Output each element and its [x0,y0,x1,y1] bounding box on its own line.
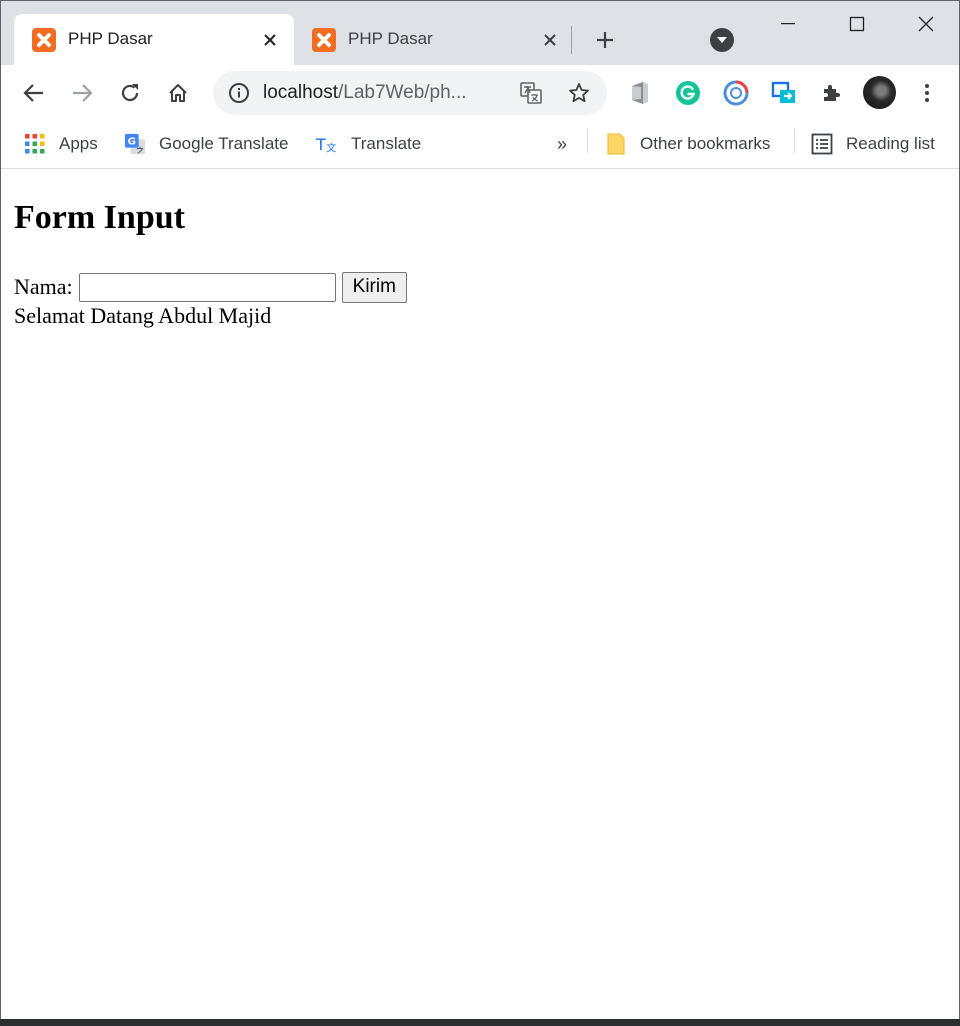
svg-text:T: T [316,135,326,154]
close-tab-icon[interactable] [538,28,562,52]
page-title: Form Input [14,199,185,236]
maximize-icon [849,16,865,32]
arrow-left-icon [23,84,43,102]
bookmark-label: Google Translate [159,134,289,153]
page-translate-icon[interactable] [519,81,543,105]
toolbar: localhost/Lab7Web/ph... [1,65,959,121]
home-icon [169,84,187,102]
tab-separator [571,26,572,54]
close-icon [918,16,934,32]
extensions-puzzle-icon[interactable] [816,77,848,109]
bookmark-label: Apps [59,134,98,153]
reading-list-button[interactable]: Reading list [811,129,935,159]
address-bar[interactable]: localhost/Lab7Web/ph... [213,71,607,115]
arrow-right-icon [73,84,93,102]
name-label: Nama: [14,274,73,299]
forward-button[interactable] [66,77,98,109]
screen-share-extension-icon[interactable] [768,77,800,109]
bookmark-label: Other bookmarks [640,134,771,153]
reload-button[interactable] [114,77,146,109]
tab-title: PHP Dasar [68,29,153,48]
close-tab-icon[interactable] [258,28,282,52]
new-tab-button[interactable] [591,26,619,54]
bookmark-apps[interactable]: Apps [24,129,98,159]
info-icon[interactable] [227,81,251,105]
bookmarks-bar: Apps G Google Translate T文 Translate » O… [1,121,959,169]
taskbar-edge [0,1019,960,1026]
minimize-button[interactable] [755,1,821,47]
xampp-icon [312,28,336,52]
sync-extension-icon[interactable] [720,77,752,109]
svg-text:G: G [128,136,136,147]
bookmark-label: Reading list [846,134,935,153]
apps-grid-icon [24,133,46,155]
bookmark-label: Translate [351,134,422,153]
tab-php-dasar-active[interactable]: PHP Dasar [14,14,294,65]
tab-title: PHP Dasar [348,29,433,48]
folder-icon [605,133,627,155]
bookmark-translate[interactable]: T文 Translate [316,129,421,159]
name-form: Nama: Kirim [14,271,407,303]
star-icon[interactable] [567,81,591,105]
reading-list-icon [811,133,833,155]
google-translate-icon: G [124,133,146,155]
page-content: Form Input Nama: Kirim Selamat Datang Ab… [1,169,959,1019]
submit-button[interactable]: Kirim [341,271,407,303]
grammarly-extension-icon[interactable] [672,77,704,109]
browser-window: PHP Dasar PHP Dasar localhost/Lab7Web/ph… [0,0,960,1019]
tab-strip: PHP Dasar PHP Dasar [1,1,959,65]
home-button[interactable] [162,77,194,109]
url-host: localhost [263,82,338,103]
bookmarks-divider [587,129,588,153]
name-input[interactable] [78,272,336,302]
minimize-icon [781,23,795,25]
chevron-down-icon [717,37,727,43]
office-extension-icon[interactable] [624,77,656,109]
url-path: /Lab7Web/ph... [338,82,467,103]
reload-icon [121,84,139,102]
close-window-button[interactable] [893,1,959,47]
maximize-button[interactable] [824,1,890,47]
profile-avatar[interactable] [863,76,896,109]
more-menu-icon[interactable] [911,77,943,109]
tab-search-button[interactable] [710,28,734,52]
bookmark-google-translate[interactable]: G Google Translate [124,129,288,159]
greeting-message: Selamat Datang Abdul Majid [14,303,272,328]
url-text[interactable]: localhost/Lab7Web/ph... [263,82,467,104]
tab-php-dasar[interactable]: PHP Dasar [294,14,574,65]
bookmarks-divider [794,129,795,153]
bookmarks-overflow-chevron[interactable]: » [557,129,567,159]
back-button[interactable] [18,77,50,109]
plus-icon [597,32,613,48]
bookmark-other-bookmarks[interactable]: Other bookmarks [605,129,770,159]
translate-icon: T文 [316,133,338,155]
svg-text:文: 文 [326,142,336,155]
xampp-icon [32,28,56,52]
